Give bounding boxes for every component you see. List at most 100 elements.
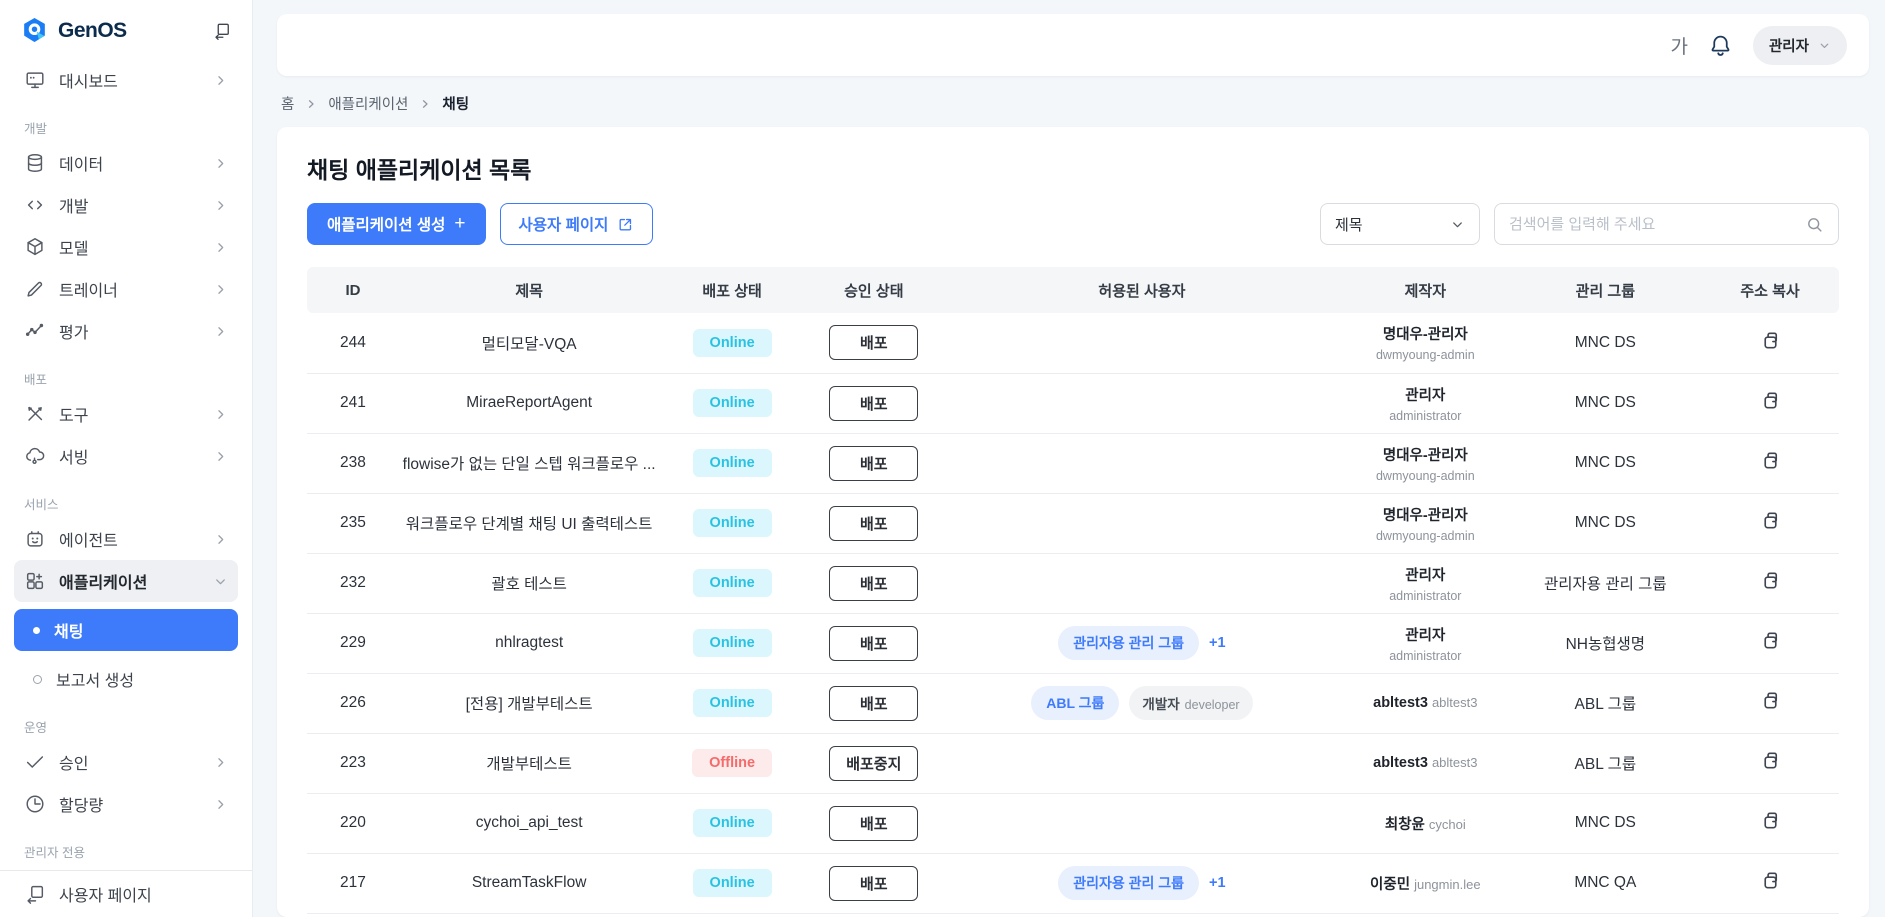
- cell-title[interactable]: MiraeReportAgent: [399, 373, 659, 433]
- sidebar-item-label: 대시보드: [59, 68, 118, 92]
- approval-status-button[interactable]: 배포: [829, 866, 918, 901]
- column-header: 주소 복사: [1701, 267, 1839, 313]
- sidebar-item-대시보드[interactable]: 대시보드: [14, 59, 238, 101]
- cell-allowed-users: ABL 그룹개발자developer: [943, 673, 1341, 733]
- cell-title[interactable]: 개발부테스트: [399, 733, 659, 793]
- table-row[interactable]: 229nhlragtestOnline배포관리자용 관리 그룹+1관리자admi…: [307, 613, 1839, 673]
- approval-status-button[interactable]: 배포: [829, 386, 918, 421]
- cell-creator: 관리자administrator: [1341, 553, 1510, 613]
- filter-field-select[interactable]: 제목: [1320, 203, 1480, 245]
- cell-title[interactable]: nhlragtest: [399, 613, 659, 673]
- sidebar-item-user-page[interactable]: 사용자 페이지: [0, 870, 252, 917]
- table-row[interactable]: 226[전용] 개발부테스트Online배포ABL 그룹개발자developer…: [307, 673, 1839, 733]
- more-users-count[interactable]: +1: [1209, 875, 1226, 891]
- copy-address-button[interactable]: [1759, 869, 1782, 892]
- sidebar-item-트레이너[interactable]: 트레이너: [14, 268, 238, 310]
- cell-approval-status: 배포: [805, 793, 943, 853]
- cell-creator: abltest3abltest3: [1341, 673, 1510, 733]
- app-root: GenOS 대시보드개발데이터개발모델트레이너평가배포도구서빙서비스에이전트애플…: [0, 0, 1885, 917]
- approval-status-button[interactable]: 배포: [829, 506, 918, 541]
- cell-title[interactable]: 멀티모달-VQA: [399, 313, 659, 373]
- breadcrumb-home[interactable]: 홈: [281, 93, 294, 114]
- table-row[interactable]: 232괄호 테스트Online배포관리자administrator관리자용 관리…: [307, 553, 1839, 613]
- creator-username: dwmyoung-admin: [1341, 469, 1510, 483]
- cell-title[interactable]: 괄호 테스트: [399, 553, 659, 613]
- plus-icon: +: [454, 213, 465, 235]
- user-page-button[interactable]: 사용자 페이지: [500, 203, 654, 245]
- sidebar-subitem-보고서 생성[interactable]: 보고서 생성: [14, 658, 238, 700]
- sidebar-item-평가[interactable]: 평가: [14, 310, 238, 352]
- content-card: 채팅 애플리케이션 목록 애플리케이션 생성 + 사용자 페이지: [277, 127, 1869, 917]
- creator-name: 이중민: [1370, 877, 1410, 893]
- table-row[interactable]: 238flowise가 없는 단일 스텝 워크플로우 ...Online배포명대…: [307, 433, 1839, 493]
- sidebar-item-label: 평가: [59, 319, 88, 343]
- creator-username: dwmyoung-admin: [1341, 529, 1510, 543]
- approval-status-button[interactable]: 배포: [829, 566, 918, 601]
- create-application-button[interactable]: 애플리케이션 생성 +: [307, 203, 486, 245]
- search-icon[interactable]: [1805, 215, 1824, 234]
- sidebar-item-승인[interactable]: 승인: [14, 741, 238, 783]
- approval-status-button[interactable]: 배포: [829, 325, 918, 360]
- sidebar-item-label: 데이터: [59, 151, 103, 175]
- copy-address-button[interactable]: [1759, 509, 1782, 532]
- cell-allowed-users: [943, 373, 1341, 433]
- cell-management-group: MNC DS: [1510, 493, 1702, 553]
- search-input[interactable]: [1509, 216, 1795, 233]
- cell-creator: 명대우-관리자dwmyoung-admin: [1341, 433, 1510, 493]
- approval-status-button[interactable]: 배포: [829, 806, 918, 841]
- copy-address-button[interactable]: [1759, 629, 1782, 652]
- cell-creator: 이중민jungmin.lee: [1341, 853, 1510, 913]
- deploy-status-badge: Online: [693, 869, 772, 897]
- cell-title[interactable]: StreamTaskFlow: [399, 853, 659, 913]
- table-row[interactable]: 235워크플로우 단계별 채팅 UI 출력테스트Online배포명대우-관리자d…: [307, 493, 1839, 553]
- user-menu[interactable]: 관리자: [1753, 26, 1847, 65]
- copy-address-button[interactable]: [1759, 809, 1782, 832]
- more-users-count[interactable]: +1: [1209, 635, 1226, 651]
- notification-bell-icon[interactable]: [1708, 33, 1733, 58]
- cell-creator: abltest3abltest3: [1341, 733, 1510, 793]
- sidebar-item-서빙[interactable]: 서빙: [14, 435, 238, 477]
- copy-address-button[interactable]: [1759, 569, 1782, 592]
- approval-status-button[interactable]: 배포: [829, 686, 918, 721]
- creator-username: administrator: [1341, 409, 1510, 423]
- sidebar-item-애플리케이션[interactable]: 애플리케이션: [14, 560, 238, 602]
- breadcrumb-current: 채팅: [442, 93, 469, 114]
- copy-address-button[interactable]: [1759, 449, 1782, 472]
- copy-address-button[interactable]: [1759, 329, 1782, 352]
- approval-status-button[interactable]: 배포중지: [829, 746, 918, 781]
- sidebar-item-개발[interactable]: 개발: [14, 184, 238, 226]
- creator-name: 관리자: [1341, 384, 1510, 405]
- cell-title[interactable]: 워크플로우 단계별 채팅 UI 출력테스트: [399, 493, 659, 553]
- cell-title[interactable]: [전용] 개발부테스트: [399, 673, 659, 733]
- sidebar-section-label: 개발: [24, 118, 228, 137]
- sidebar-item-label: 모델: [59, 235, 88, 259]
- approval-status-button[interactable]: 배포: [829, 446, 918, 481]
- cell-allowed-users: [943, 553, 1341, 613]
- copy-address-button[interactable]: [1759, 689, 1782, 712]
- cell-copy-address: [1701, 313, 1839, 373]
- genos-logo-icon: [20, 16, 49, 45]
- sidebar-item-데이터[interactable]: 데이터: [14, 142, 238, 184]
- font-size-button[interactable]: 가: [1670, 32, 1687, 59]
- copy-address-button[interactable]: [1759, 389, 1782, 412]
- cell-title[interactable]: cychoi_api_test: [399, 793, 659, 853]
- sidebar-item-도구[interactable]: 도구: [14, 393, 238, 435]
- breadcrumb-applications[interactable]: 애플리케이션: [328, 93, 408, 114]
- cell-deploy-status: Online: [659, 553, 805, 613]
- cell-title[interactable]: flowise가 없는 단일 스텝 워크플로우 ...: [399, 433, 659, 493]
- table-row[interactable]: 241MiraeReportAgentOnline배포관리자administra…: [307, 373, 1839, 433]
- sidebar-item-모델[interactable]: 모델: [14, 226, 238, 268]
- sidebar-subitem-채팅[interactable]: 채팅: [14, 609, 238, 651]
- creator-name: 명대우-관리자: [1341, 504, 1510, 525]
- sidebar-item-할당량[interactable]: 할당량: [14, 783, 238, 825]
- cell-approval-status: 배포: [805, 853, 943, 913]
- approval-status-button[interactable]: 배포: [829, 626, 918, 661]
- table-row[interactable]: 220cychoi_api_testOnline배포최창윤cychoiMNC D…: [307, 793, 1839, 853]
- table-row[interactable]: 223개발부테스트Offline배포중지abltest3abltest3ABL …: [307, 733, 1839, 793]
- sidebar-item-에이전트[interactable]: 에이전트: [14, 518, 238, 560]
- table-row[interactable]: 244멀티모달-VQAOnline배포명대우-관리자dwmyoung-admin…: [307, 313, 1839, 373]
- table-row[interactable]: 217StreamTaskFlowOnline배포관리자용 관리 그룹+1이중민…: [307, 853, 1839, 913]
- sidebar-collapse-icon[interactable]: [212, 21, 232, 41]
- copy-address-button[interactable]: [1759, 749, 1782, 772]
- controls-row: 애플리케이션 생성 + 사용자 페이지 제목: [307, 203, 1839, 245]
